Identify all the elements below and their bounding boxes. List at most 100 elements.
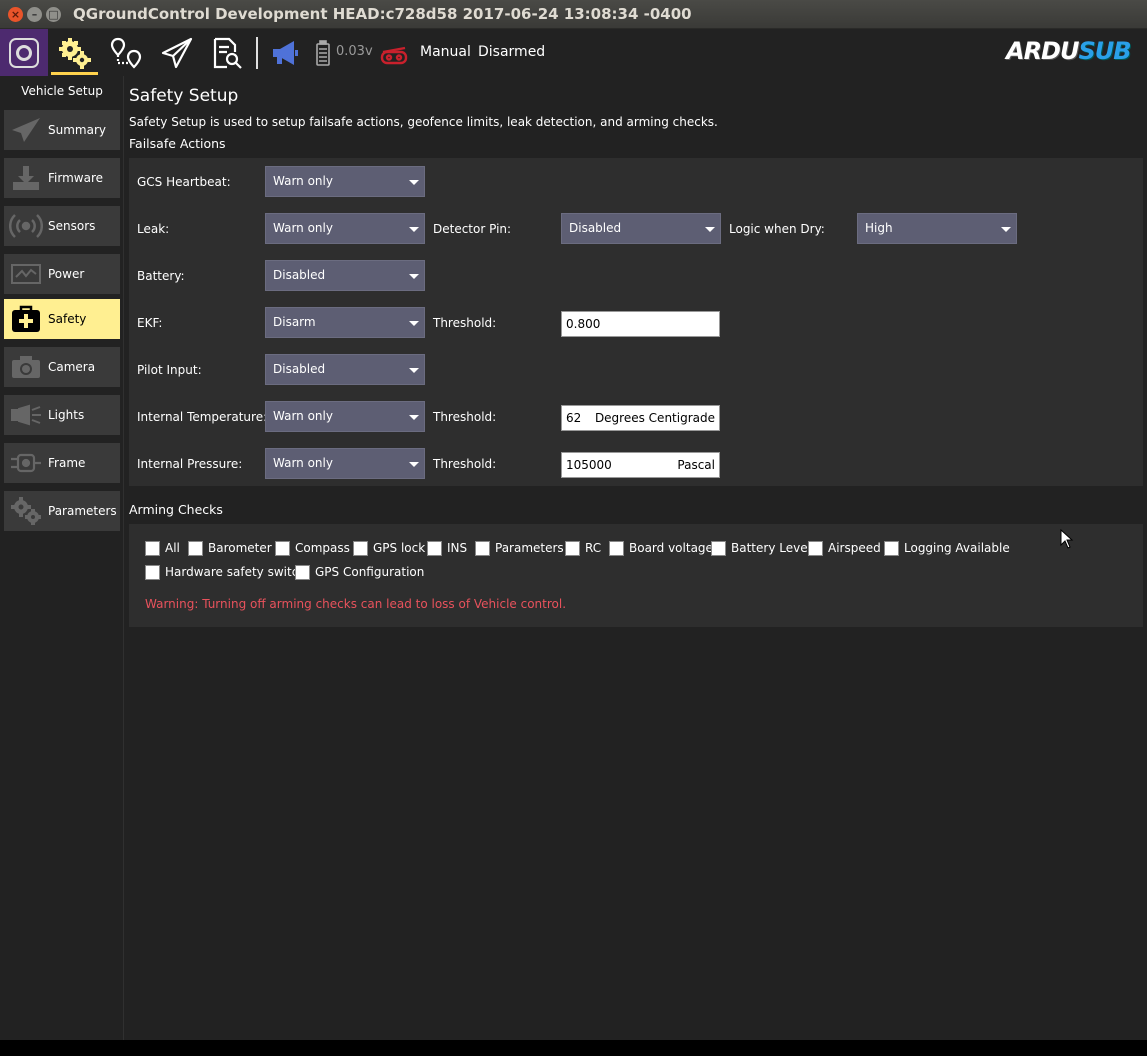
arming-check-all[interactable]: All xyxy=(145,540,180,556)
sidebar-item-power[interactable]: Power xyxy=(4,254,120,294)
vehicle-setup-button[interactable] xyxy=(51,29,98,76)
power-graph-icon xyxy=(11,264,41,284)
qgc-settings-button[interactable] xyxy=(0,29,48,76)
active-tab-indicator xyxy=(51,72,98,75)
checkbox[interactable] xyxy=(808,540,823,556)
pilot-input-combo[interactable]: Disabled xyxy=(265,354,425,385)
document-search-icon xyxy=(213,37,242,69)
checkbox-label: GPS Configuration xyxy=(315,565,425,579)
combo-value: Warn only xyxy=(273,456,333,470)
ekf-combo[interactable]: Disarm xyxy=(265,307,425,338)
failsafe-actions-panel: GCS Heartbeat: Warn only Leak: Warn only… xyxy=(129,158,1143,486)
ekf-label: EKF: xyxy=(137,316,163,330)
internal-pressure-label: Internal Pressure: xyxy=(137,457,243,471)
checkbox-label: INS xyxy=(447,541,468,555)
sidebar-item-summary[interactable]: Summary xyxy=(4,110,120,150)
window-titlebar: × – □ QGroundControl Development HEAD:c7… xyxy=(0,0,1147,29)
arming-check-logging-available[interactable]: Logging Available xyxy=(884,540,1010,556)
checkbox[interactable] xyxy=(188,540,203,556)
checkbox[interactable] xyxy=(565,540,580,556)
sidebar-item-frame[interactable]: Frame xyxy=(4,443,120,483)
rc-transmitter-icon xyxy=(380,46,408,64)
screen-bottom-edge xyxy=(0,1040,1147,1056)
arming-check-board-voltage[interactable]: Board voltage xyxy=(609,540,713,556)
sidebar-item-firmware[interactable]: Firmware xyxy=(4,158,120,198)
checkbox[interactable] xyxy=(427,540,442,556)
checkbox[interactable] xyxy=(353,540,368,556)
arming-check-gps-configuration[interactable]: GPS Configuration xyxy=(295,564,424,580)
maximize-window-button[interactable]: □ xyxy=(46,7,61,22)
temperature-threshold-label: Threshold: xyxy=(433,410,497,424)
plan-view-button[interactable] xyxy=(104,29,148,76)
checkbox-label: Board voltage xyxy=(629,541,713,555)
flashlight-icon xyxy=(11,404,41,426)
arming-check-parameters[interactable]: Parameters xyxy=(475,540,564,556)
checkbox[interactable] xyxy=(295,564,310,580)
dropdown-arrow-icon xyxy=(409,321,419,326)
checkbox-label: RC xyxy=(585,541,602,555)
arming-check-gps-lock[interactable]: GPS lock xyxy=(353,540,425,556)
ekf-threshold-input[interactable]: 0.800 xyxy=(561,311,720,337)
sidebar-item-safety[interactable]: Safety xyxy=(4,299,120,339)
battery-combo[interactable]: Disabled xyxy=(265,260,425,291)
mouse-cursor-icon xyxy=(1060,529,1074,549)
arming-check-hardware-safety-switch[interactable]: Hardware safety switch xyxy=(145,564,306,580)
paper-plane-icon xyxy=(161,37,193,68)
internal-temperature-combo[interactable]: Warn only xyxy=(265,401,425,432)
main-area: Vehicle Setup Summary Firmware Sensors P… xyxy=(0,76,1147,1040)
arming-check-rc[interactable]: RC xyxy=(565,540,601,556)
pressure-threshold-input[interactable]: 105000 Pascal xyxy=(561,452,720,478)
sidebar-item-label: Frame xyxy=(48,456,86,470)
sidebar-item-camera[interactable]: Camera xyxy=(4,347,120,387)
ardusub-logo: ARDUSUB xyxy=(1006,37,1132,65)
sidebar-item-parameters[interactable]: Parameters xyxy=(4,491,120,531)
rc-indicator[interactable] xyxy=(378,29,410,76)
arming-check-ins[interactable]: INS xyxy=(427,540,467,556)
arming-checks-heading: Arming Checks xyxy=(129,502,223,517)
gcs-heartbeat-combo[interactable]: Warn only xyxy=(265,166,425,197)
battery-voltage: 0.03v xyxy=(336,44,373,59)
checkbox[interactable] xyxy=(609,540,624,556)
safety-setup-page: Safety Setup Safety Setup is used to set… xyxy=(129,76,1147,1040)
combo-value: Warn only xyxy=(273,221,333,235)
combo-value: Disarm xyxy=(273,315,316,329)
temperature-threshold-input[interactable]: 62 Degrees Centigrade xyxy=(561,405,720,431)
flight-mode-selector[interactable]: Manual xyxy=(420,44,471,60)
qgc-logo-icon xyxy=(9,37,39,68)
checkbox[interactable] xyxy=(884,540,899,556)
arm-state-indicator[interactable]: Disarmed xyxy=(478,44,545,60)
checkbox-label: Airspeed xyxy=(828,541,881,555)
minimize-window-button[interactable]: – xyxy=(27,7,42,22)
checkbox[interactable] xyxy=(475,540,490,556)
detector-pin-combo[interactable]: Disabled xyxy=(561,213,721,244)
detector-pin-label: Detector Pin: xyxy=(433,222,512,236)
sidebar-item-lights[interactable]: Lights xyxy=(4,395,120,435)
checkbox[interactable] xyxy=(145,564,160,580)
waypoint-route-icon xyxy=(110,37,142,69)
checkbox-label: Barometer xyxy=(208,541,272,555)
combo-value: Disabled xyxy=(273,362,326,376)
leak-combo[interactable]: Warn only xyxy=(265,213,425,244)
battery-indicator[interactable] xyxy=(312,29,334,76)
toolbar-separator xyxy=(256,37,258,69)
internal-pressure-combo[interactable]: Warn only xyxy=(265,448,425,479)
sidebar-item-label: Lights xyxy=(48,408,85,422)
fly-view-button[interactable] xyxy=(155,29,199,76)
arming-check-compass[interactable]: Compass xyxy=(275,540,350,556)
analyze-view-button[interactable] xyxy=(205,29,249,76)
messages-button[interactable] xyxy=(268,29,302,76)
logic-when-dry-combo[interactable]: High xyxy=(857,213,1017,244)
checkbox[interactable] xyxy=(275,540,290,556)
checkbox[interactable] xyxy=(145,540,160,556)
arming-check-airspeed[interactable]: Airspeed xyxy=(808,540,881,556)
checkbox[interactable] xyxy=(711,540,726,556)
sidebar-item-sensors[interactable]: Sensors xyxy=(4,206,120,246)
internal-temperature-label: Internal Temperature: xyxy=(137,410,268,424)
frame-icon xyxy=(11,453,41,473)
arming-check-barometer[interactable]: Barometer xyxy=(188,540,272,556)
checkbox-label: All xyxy=(165,541,180,555)
arming-check-battery-level[interactable]: Battery Level xyxy=(711,540,811,556)
radio-waves-icon xyxy=(9,214,43,238)
close-window-button[interactable]: × xyxy=(8,7,23,22)
dropdown-arrow-icon xyxy=(409,274,419,279)
